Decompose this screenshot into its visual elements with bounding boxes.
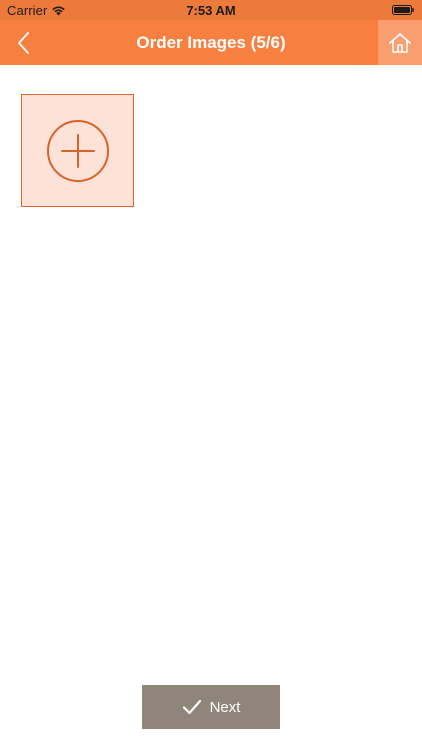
home-button[interactable] [378, 20, 422, 65]
add-image-button[interactable] [21, 94, 134, 207]
chevron-left-icon [18, 32, 29, 54]
status-time: 7:53 AM [186, 3, 236, 18]
status-bar: Carrier 7:53 AM [0, 0, 422, 20]
navigation-bar: Order Images (5/6) [0, 20, 422, 65]
plus-circle-icon [46, 119, 109, 182]
checkmark-icon [182, 699, 201, 715]
battery-icon [392, 5, 414, 15]
next-label: Next [209, 698, 241, 716]
home-icon [389, 32, 411, 53]
page-title: Order Images (5/6) [136, 33, 286, 52]
back-button[interactable] [8, 26, 38, 60]
next-button[interactable]: Next [142, 685, 280, 729]
